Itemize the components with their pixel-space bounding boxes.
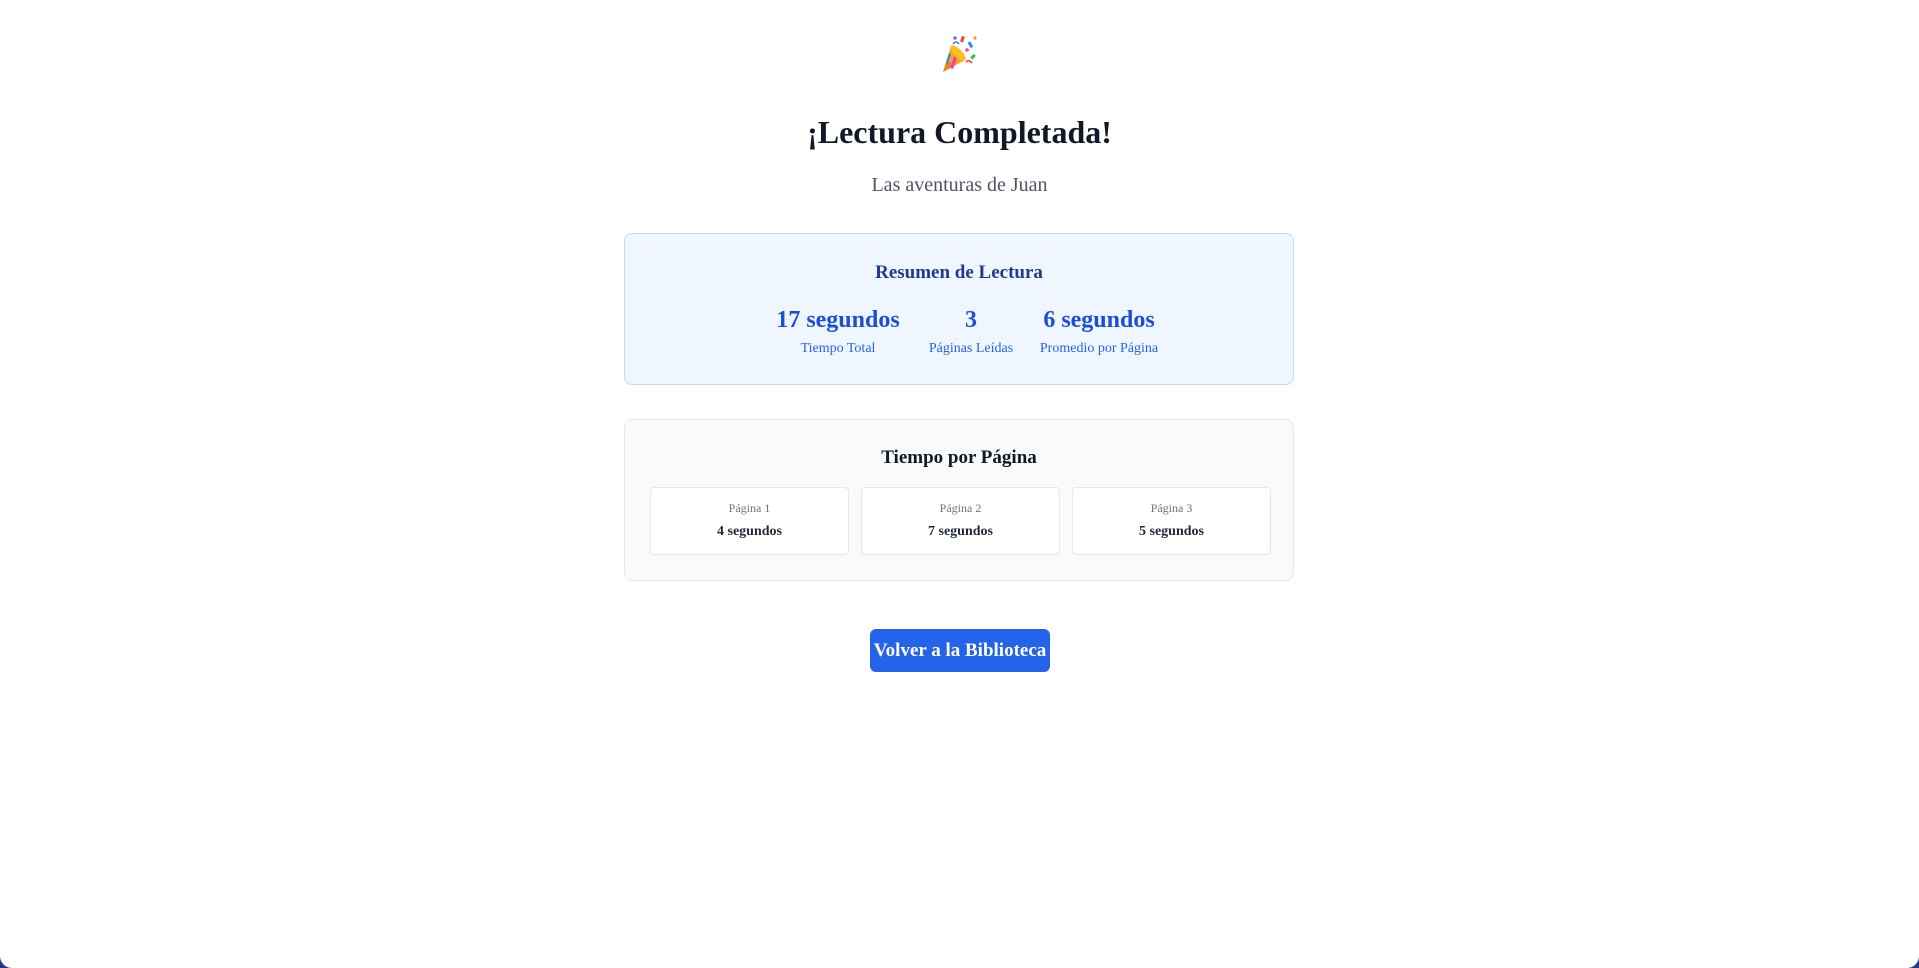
stat-total-time: 17 segundos Tiempo Total (765, 304, 911, 359)
stat-value: 17 segundos (776, 307, 900, 333)
stat-value: 6 segundos (1043, 307, 1155, 333)
page-title: ¡Lectura Completada! (807, 114, 1112, 150)
stat-average-per-page: 6 segundos Promedio por Página (1031, 304, 1167, 359)
app-window: ¡Lectura Completada! Las aventuras de Ju… (0, 0, 1919, 968)
back-to-library-button[interactable]: Volver a la Biblioteca (870, 629, 1050, 672)
page-time-item: Página 3 5 segundos (1072, 487, 1271, 555)
page-time-item: Página 2 7 segundos (861, 487, 1060, 555)
page-label: Página 3 (1150, 501, 1193, 515)
time-per-page-card: Tiempo por Página Página 1 4 segundos Pá… (624, 419, 1294, 581)
stat-value: 3 (965, 307, 977, 333)
reading-summary-card: Resumen de Lectura 17 segundos Tiempo To… (624, 233, 1294, 385)
page-label: Página 1 (728, 501, 771, 515)
page-time-value: 5 segundos (1139, 524, 1204, 539)
page-time-value: 4 segundos (717, 524, 782, 539)
page-time-value: 7 segundos (928, 524, 993, 539)
page-label: Página 2 (939, 501, 982, 515)
stat-label: Páginas Leídas (928, 341, 1014, 356)
party-popper-icon (939, 32, 979, 76)
time-per-page-title: Tiempo por Página (881, 447, 1037, 468)
stat-label: Promedio por Página (1039, 341, 1159, 356)
stat-pages-read: 3 Páginas Leídas (921, 304, 1021, 359)
stat-label: Tiempo Total (800, 341, 876, 356)
book-title: Las aventuras de Juan (871, 174, 1048, 196)
page-time-item: Página 1 4 segundos (650, 487, 849, 555)
summary-title: Resumen de Lectura (875, 262, 1043, 283)
